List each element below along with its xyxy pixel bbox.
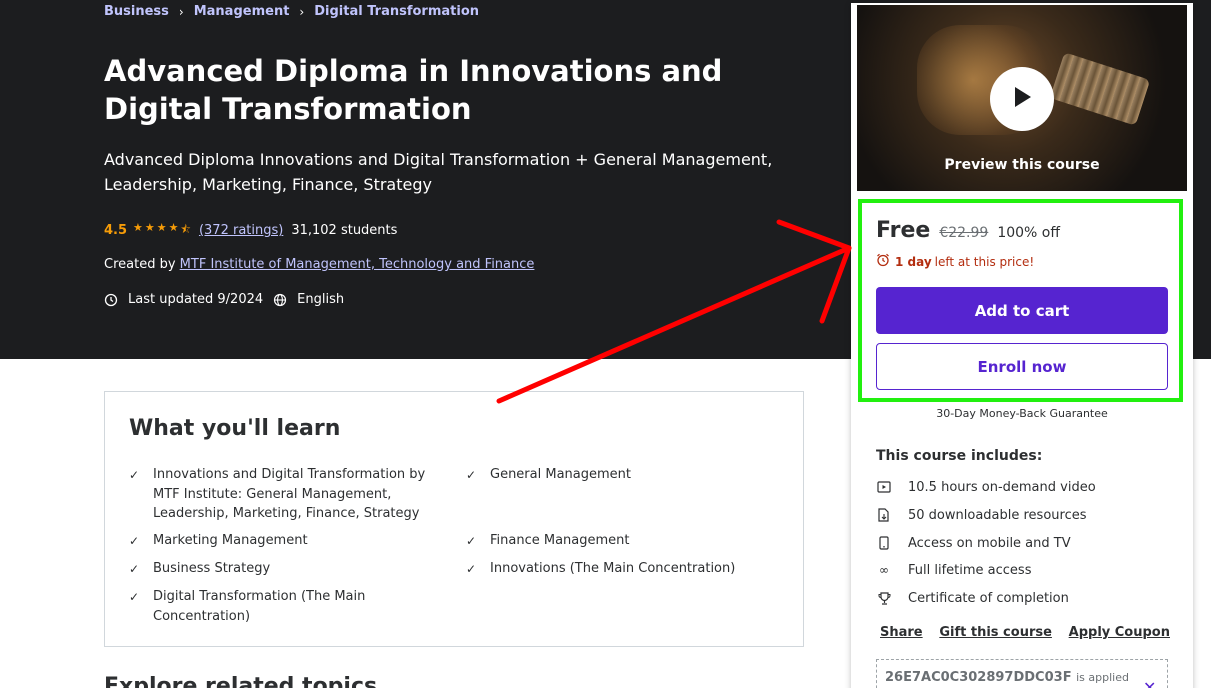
course-subtitle: Advanced Diploma Innovations and Digital…	[104, 150, 773, 194]
play-icon	[1011, 85, 1033, 113]
course-meta: Last updated 9/2024 English	[104, 292, 344, 307]
star-icon: ★	[168, 221, 179, 234]
ratings-count-link[interactable]: (372 ratings)	[199, 223, 283, 238]
applied-coupon: 26E7AC0C302897DDC03F is applied ✕	[876, 659, 1168, 688]
includes-item-text: 10.5 hours on-demand video	[908, 479, 1096, 495]
course-preview[interactable]: Preview this course	[857, 5, 1187, 191]
coupon-code-row: 26E7AC0C302897DDC03F is applied	[885, 670, 1129, 685]
includes-item-text: 50 downloadable resources	[908, 507, 1087, 523]
breadcrumb-business[interactable]: Business	[104, 4, 169, 19]
what-you-learn-box: What you'll learn ✓ Innovations and Digi…	[104, 391, 804, 647]
discount-percent: 100% off	[997, 225, 1060, 241]
includes-item: ∞ Full lifetime access	[876, 562, 1031, 578]
check-icon: ✓	[129, 468, 140, 482]
star-rating: ★ ★ ★ ★ ⯪	[133, 221, 193, 240]
includes-item: 50 downloadable resources	[876, 507, 1087, 523]
learn-item-text: Marketing Management	[153, 533, 308, 548]
infinity-icon: ∞	[879, 563, 889, 577]
learn-item-text: Business Strategy	[153, 561, 271, 576]
includes-item-text: Full lifetime access	[908, 562, 1032, 578]
apply-coupon-link[interactable]: Apply Coupon	[1069, 625, 1170, 640]
created-by: Created by MTF Institute of Management, …	[104, 257, 534, 272]
learn-item-text: Innovations (The Main Concentration)	[490, 561, 736, 576]
add-to-cart-button[interactable]: Add to cart	[876, 287, 1168, 334]
learn-item: ✓ Finance Management	[466, 531, 766, 552]
includes-item-text: Access on mobile and TV	[908, 535, 1071, 551]
check-icon: ✓	[466, 468, 477, 482]
download-file-icon	[876, 507, 892, 523]
price-row: Free €22.99 100% off	[876, 218, 1060, 243]
learn-item: ✓ Innovations and Digital Transformation…	[129, 465, 429, 524]
related-topics-heading: Explore related topics	[104, 674, 378, 688]
purchase-sidebar: Preview this course Free €22.99 100% off…	[851, 3, 1193, 688]
preview-label: Preview this course	[944, 157, 1100, 173]
learn-item: ✓ Marketing Management	[129, 531, 429, 552]
students-count: 31,102 students	[291, 223, 398, 238]
breadcrumb-separator: ›	[178, 4, 184, 19]
globe-icon	[273, 293, 287, 307]
original-price: €22.99	[939, 225, 989, 241]
coupon-applied-label: is applied	[1076, 671, 1129, 684]
sidebar-links: Share Gift this course Apply Coupon	[880, 625, 1170, 640]
enroll-now-button[interactable]: Enroll now	[876, 343, 1168, 390]
half-star-icon: ⯪	[180, 223, 191, 236]
rating-row: 4.5 ★ ★ ★ ★ ⯪ (372 ratings) 31,102 stude…	[104, 221, 397, 240]
last-updated: Last updated 9/2024	[128, 292, 264, 307]
gift-course-link[interactable]: Gift this course	[939, 625, 1052, 640]
check-icon: ✓	[129, 534, 140, 548]
author-link[interactable]: MTF Institute of Management, Technology …	[180, 257, 535, 272]
video-icon	[876, 479, 892, 495]
coupon-code: 26E7AC0C302897DDC03F	[885, 670, 1072, 685]
star-icon: ★	[133, 221, 143, 234]
course-title: Advanced Diploma in Innovations and Digi…	[104, 54, 723, 126]
includes-item: Certificate of completion	[876, 590, 1069, 606]
mobile-icon	[876, 535, 892, 551]
star-icon: ★	[156, 221, 167, 234]
alert-clock-icon	[104, 293, 118, 307]
learn-item-text: Innovations and Digital Transformation b…	[153, 467, 426, 521]
includes-item: 10.5 hours on-demand video	[876, 479, 1096, 495]
lightbulb-base-image	[1049, 52, 1151, 126]
learn-item: ✓ Innovations (The Main Concentration)	[466, 559, 766, 580]
trophy-icon	[876, 590, 892, 606]
learn-item: ✓ General Management	[466, 465, 766, 486]
created-by-label: Created by	[104, 257, 176, 272]
timer-text: left at this price!	[934, 254, 1035, 269]
current-price: Free	[876, 218, 931, 243]
learn-item: ✓ Digital Transformation (The Main Conce…	[129, 587, 389, 626]
breadcrumb-separator: ›	[299, 4, 305, 19]
learn-item-text: Finance Management	[490, 533, 630, 548]
includes-item-text: Certificate of completion	[908, 590, 1069, 606]
includes-title: This course includes:	[876, 448, 1043, 464]
alarm-clock-icon	[876, 253, 890, 270]
check-icon: ✓	[466, 534, 477, 548]
learn-item-text: Digital Transformation (The Main Concent…	[153, 589, 366, 624]
share-link[interactable]: Share	[880, 625, 923, 640]
check-icon: ✓	[466, 562, 477, 576]
play-button[interactable]	[990, 67, 1054, 131]
learn-item-text: General Management	[490, 467, 632, 482]
price-timer: 1 day left at this price!	[876, 253, 1034, 270]
breadcrumb: Business › Management › Digital Transfor…	[104, 4, 479, 19]
timer-days: 1 day	[895, 254, 932, 269]
learn-item: ✓ Business Strategy	[129, 559, 429, 580]
star-icon: ★	[144, 221, 155, 234]
check-icon: ✓	[129, 562, 140, 576]
check-icon: ✓	[129, 590, 140, 604]
breadcrumb-digital-transformation[interactable]: Digital Transformation	[314, 4, 479, 19]
close-icon[interactable]: ✕	[1143, 678, 1156, 688]
breadcrumb-management[interactable]: Management	[194, 4, 290, 19]
rating-value: 4.5	[104, 223, 128, 238]
money-back-guarantee: 30-Day Money-Back Guarantee	[936, 407, 1108, 420]
includes-item: Access on mobile and TV	[876, 535, 1071, 551]
learn-title: What you'll learn	[129, 416, 341, 441]
course-language: English	[297, 292, 345, 307]
